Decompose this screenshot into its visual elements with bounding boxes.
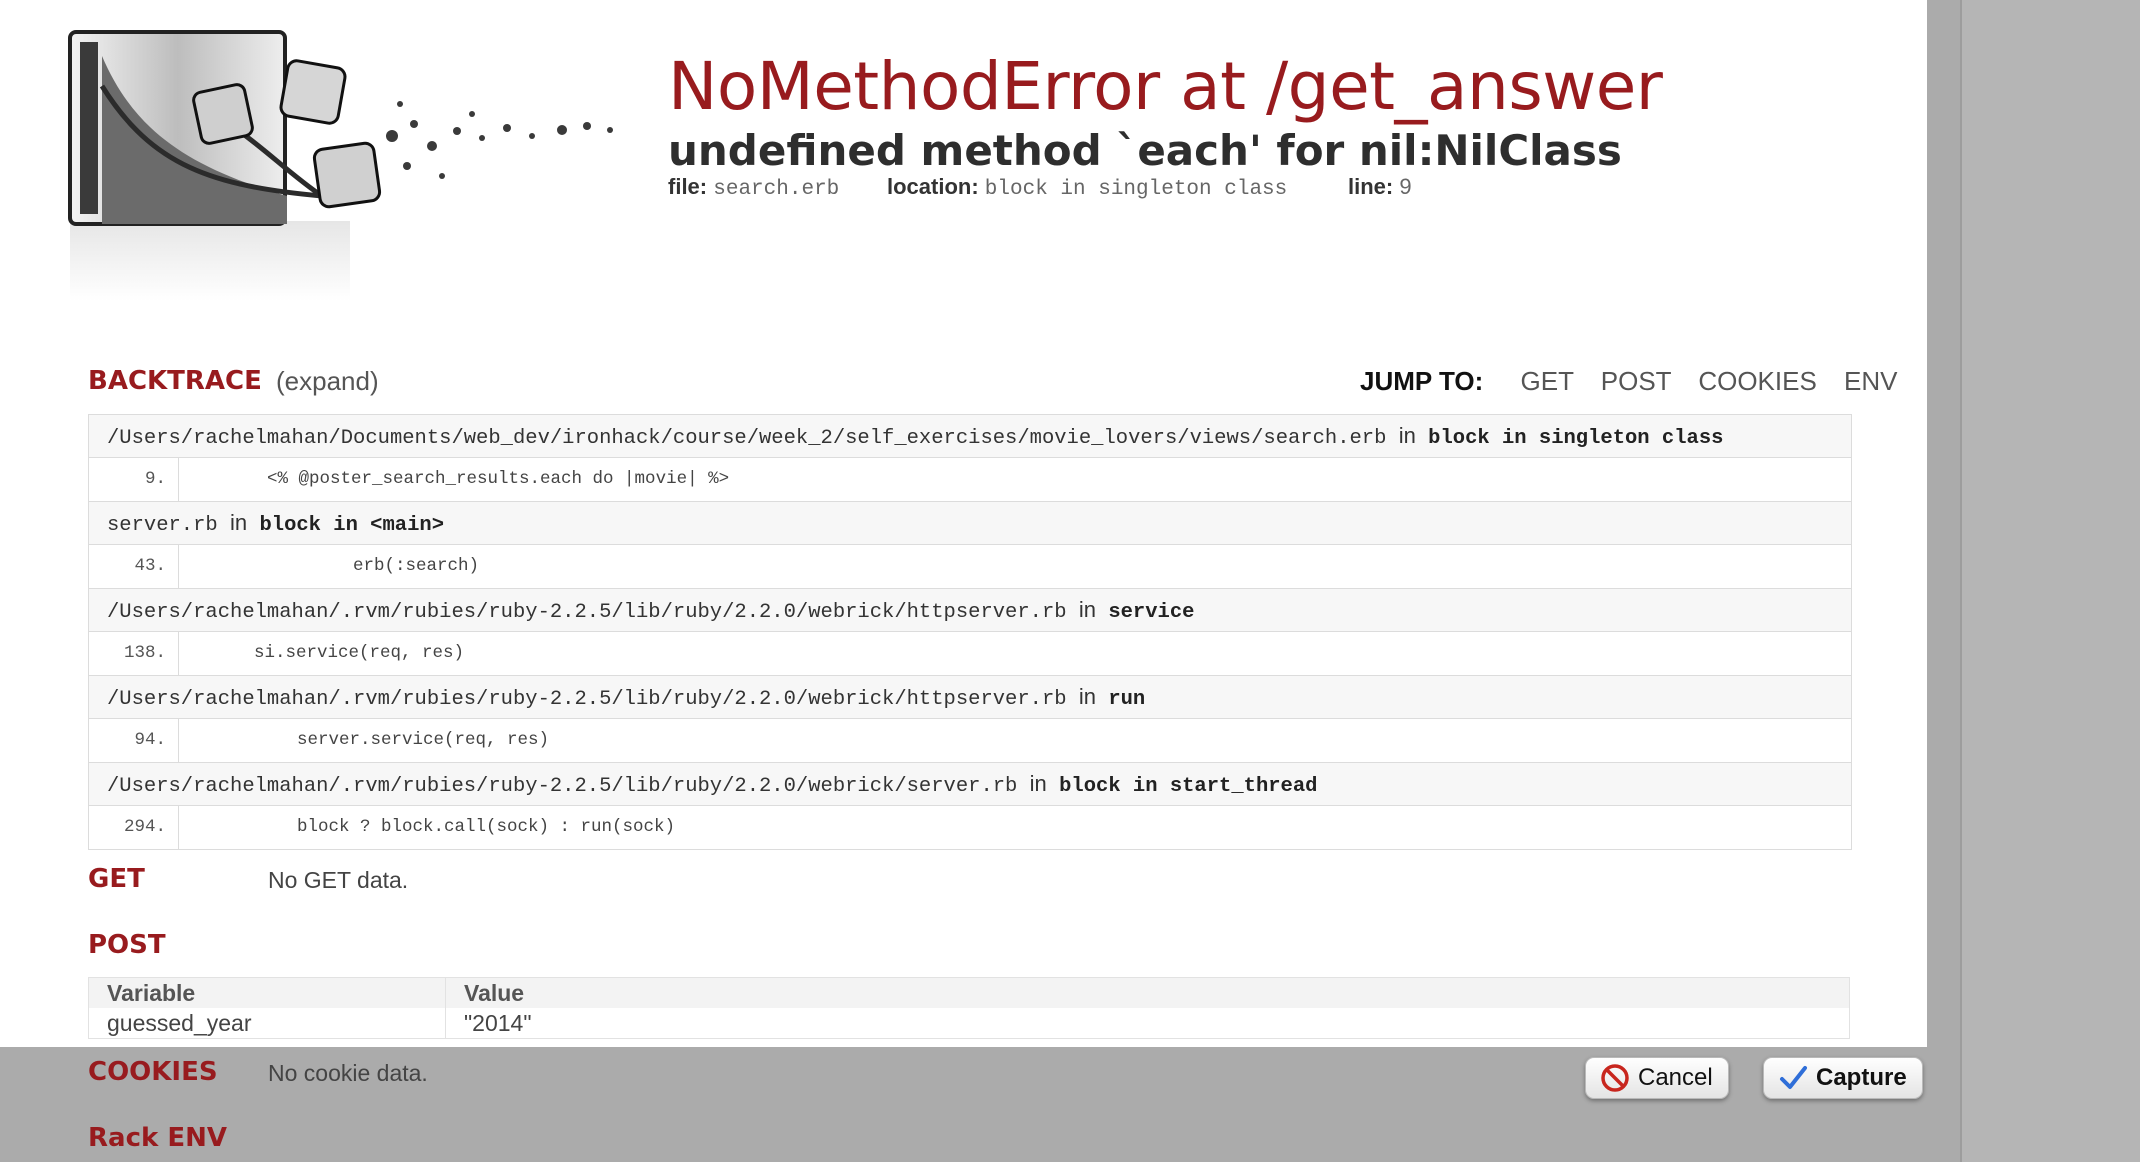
backtrace-list: /Users/rachelmahan/Documents/web_dev/iro… [88,414,1852,850]
frame-function: run [1108,688,1146,711]
post-table: Variable Value guessed_year "2014" [88,977,1850,1039]
capture-button-label: Capture [1816,1064,1907,1091]
location-value: block in singleton class [984,178,1288,201]
frame-header[interactable]: /Users/rachelmahan/.rvm/rubies/ruby-2.2.… [89,589,1851,632]
error-file: file: search.erb [668,174,839,201]
frame-file: /Users/rachelmahan/.rvm/rubies/ruby-2.2.… [107,601,1067,624]
post-value-cell: "2014" [464,1010,532,1036]
frame-source: si.service(req, res) [254,643,465,663]
frame-in: in [1078,597,1096,622]
frame-header[interactable]: server.rb in block in <main> [89,502,1851,545]
frame-in: in [230,510,248,535]
frame-code-line: 294. block ? block.call(sock) : run(sock… [89,806,1851,849]
frame-source: <% @poster_search_results.each do |movie… [267,469,730,489]
frame-in: in [1078,684,1096,709]
column-header-value: Value [445,977,1850,1008]
frame-code-line: 138. si.service(req, res) [89,632,1851,676]
rack-env-section-title: Rack ENV [88,1123,227,1153]
frame-file: /Users/rachelmahan/.rvm/rubies/ruby-2.2.… [107,688,1067,711]
error-message: undefined method `each' for nil:NilClass [668,126,1622,175]
checkmark-icon [1780,1066,1807,1089]
frame-source: erb(:search) [353,556,480,576]
frame-line-number: 94. [89,719,179,762]
jump-link-env[interactable]: ENV [1844,366,1897,396]
frame-header[interactable]: /Users/rachelmahan/Documents/web_dev/iro… [89,415,1851,458]
frame-line-number: 294. [89,806,179,849]
frame-file: /Users/rachelmahan/.rvm/rubies/ruby-2.2.… [107,775,1018,798]
frame-function: block in singleton class [1428,427,1724,450]
get-empty-text: No GET data. [268,867,409,893]
frame-in: in [1398,423,1416,448]
frame-in: in [1029,771,1047,796]
cookies-empty-text: No cookie data. [268,1060,428,1086]
window-edge [1960,0,2140,1162]
frame-code-line: 9. <% @poster_search_results.each do |mo… [89,458,1851,502]
jump-to-nav: JUMP TO: GET POST COOKIES ENV [1360,366,1898,397]
cancel-button-label: Cancel [1638,1064,1713,1091]
frame-function: block in <main> [259,514,444,537]
frame-function: service [1108,601,1195,624]
frame-file: server.rb [107,514,218,537]
frame-file: /Users/rachelmahan/Documents/web_dev/iro… [107,427,1387,450]
frame-source: block ? block.call(sock) : run(sock) [297,817,676,837]
expand-link[interactable]: (expand) [276,366,379,397]
cookies-section-title: COOKIES [88,1057,218,1087]
jump-to-label: JUMP TO: [1360,366,1484,396]
frame-header[interactable]: /Users/rachelmahan/.rvm/rubies/ruby-2.2.… [89,763,1851,806]
frame-code-line: 43. erb(:search) [89,545,1851,589]
line-value: 9 [1399,174,1412,199]
error-line: line: 9 [1348,174,1412,200]
frame-code-line: 94. server.service(req, res) [89,719,1851,763]
post-section-title: POST [88,930,166,960]
frame-source: server.service(req, res) [297,730,550,750]
jump-link-get[interactable]: GET [1521,366,1574,396]
get-section-title: GET [88,864,145,894]
location-label: location: [887,174,979,199]
line-label: line: [1348,174,1394,199]
frame-line-number: 43. [89,545,179,588]
error-page: NoMethodError at /get_answer undefined m… [0,0,1927,1047]
file-value: search.erb [713,178,840,201]
frame-header[interactable]: /Users/rachelmahan/.rvm/rubies/ruby-2.2.… [89,676,1851,719]
table-header-row: Variable Value [88,977,1850,1008]
post-variable-cell: guessed_year [88,1008,446,1039]
no-entry-icon [1601,1064,1629,1092]
capture-button[interactable]: Capture [1763,1057,1923,1099]
backtrace-title: BACKTRACE [88,366,262,396]
table-row: guessed_year "2014" [88,1008,1850,1039]
jump-link-post[interactable]: POST [1601,366,1671,396]
jump-link-cookies[interactable]: COOKIES [1698,366,1816,396]
column-header-variable: Variable [88,977,446,1008]
cancel-button[interactable]: Cancel [1585,1057,1729,1099]
error-title: NoMethodError at /get_answer [668,48,1663,125]
file-label: file: [668,174,708,199]
frame-function: block in start_thread [1059,775,1318,798]
frame-line-number: 138. [89,632,179,675]
error-location: location: block in singleton class [887,174,1287,201]
frame-line-number: 9. [89,458,179,501]
sinatra-glass-logo [68,30,613,301]
